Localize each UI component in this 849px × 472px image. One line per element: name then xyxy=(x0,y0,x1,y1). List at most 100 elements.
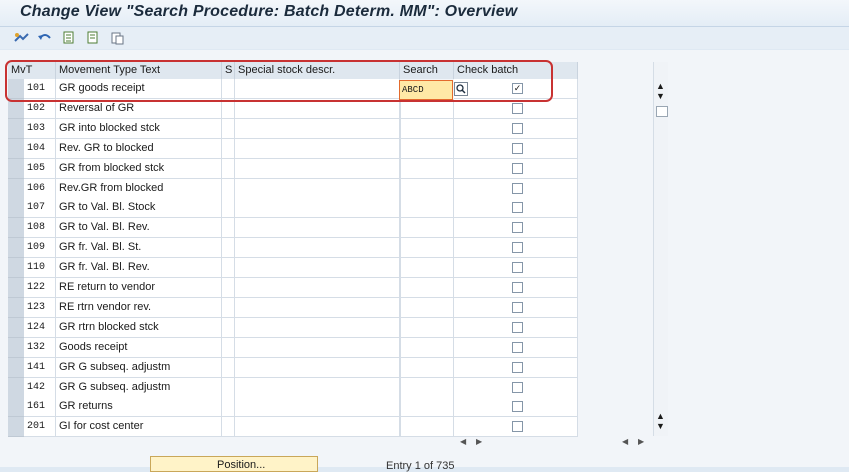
column-header-s[interactable]: S xyxy=(222,62,235,79)
check-batch-checkbox[interactable] xyxy=(512,202,523,214)
vertical-scrollbar[interactable]: ▲ ▼ ▲ ▼ xyxy=(653,62,668,436)
search-input[interactable] xyxy=(400,158,454,179)
scroll-up-icon[interactable]: ▲ xyxy=(656,81,665,91)
search-input[interactable] xyxy=(400,297,454,318)
row-selector[interactable] xyxy=(8,317,24,338)
table-row[interactable]: 132 Goods receipt xyxy=(8,337,578,358)
row-selector[interactable] xyxy=(8,138,24,159)
row-selector[interactable] xyxy=(8,178,24,199)
select-all-icon[interactable] xyxy=(62,30,78,46)
table-row[interactable]: 108 GR to Val. Bl. Rev. xyxy=(8,218,578,239)
table-row[interactable]: 110 GR fr. Val. Bl. Rev. xyxy=(8,258,578,279)
table-row[interactable]: 124 GR rtrn blocked stck xyxy=(8,317,578,338)
undo-icon[interactable] xyxy=(37,30,53,46)
row-selector[interactable] xyxy=(8,198,24,219)
search-input[interactable] xyxy=(400,337,454,358)
copy-icon[interactable] xyxy=(110,30,126,46)
row-selector[interactable] xyxy=(8,118,24,139)
check-batch-checkbox[interactable] xyxy=(512,381,523,393)
column-header-search[interactable]: Search xyxy=(400,62,454,79)
scroll-right-icon-2[interactable]: ▶ xyxy=(638,437,644,449)
search-input[interactable] xyxy=(400,198,454,219)
value-help-icon[interactable] xyxy=(454,82,468,96)
search-input[interactable] xyxy=(400,178,454,199)
check-batch-checkbox[interactable] xyxy=(512,341,523,353)
search-input[interactable] xyxy=(400,278,454,298)
search-input[interactable] xyxy=(400,238,454,259)
row-selector[interactable] xyxy=(8,98,24,119)
check-batch-checkbox[interactable] xyxy=(512,142,523,154)
search-input[interactable] xyxy=(400,258,454,279)
table-row[interactable]: 103 GR into blocked stck xyxy=(8,118,578,139)
search-input[interactable] xyxy=(400,218,454,239)
scroll-thumb[interactable] xyxy=(656,106,668,117)
scroll-down-bottom-icon[interactable]: ▼ xyxy=(656,421,665,431)
check-batch-checkbox[interactable] xyxy=(512,182,523,194)
check-batch-checkbox[interactable] xyxy=(512,222,523,234)
row-selector[interactable] xyxy=(8,158,24,179)
row-selector[interactable] xyxy=(8,258,24,279)
row-selector[interactable] xyxy=(8,337,24,358)
row-selector[interactable] xyxy=(8,417,24,438)
table-row[interactable]: 107 GR to Val. Bl. Stock xyxy=(8,198,578,219)
check-batch-checkbox[interactable] xyxy=(512,401,523,413)
column-header-check-batch[interactable]: Check batch xyxy=(454,62,578,79)
special-stock-cell xyxy=(235,278,400,298)
scroll-left-icon[interactable]: ◀ xyxy=(460,437,466,449)
table-row[interactable]: 106 Rev.GR from blocked xyxy=(8,178,578,199)
search-input[interactable] xyxy=(400,317,454,338)
scroll-left-icon-2[interactable]: ◀ xyxy=(622,437,628,449)
check-batch-checkbox[interactable] xyxy=(512,301,523,313)
column-header-special-stock[interactable]: Special stock descr. xyxy=(235,62,400,79)
check-batch-checkbox[interactable] xyxy=(512,262,523,274)
row-selector[interactable] xyxy=(8,218,24,239)
check-batch-checkbox[interactable] xyxy=(512,162,523,174)
column-header-movement-type-text[interactable]: Movement Type Text xyxy=(56,62,222,79)
check-batch-checkbox[interactable] xyxy=(512,122,523,134)
table-row[interactable]: 161 GR returns xyxy=(8,397,578,418)
search-input[interactable] xyxy=(400,377,454,398)
search-input[interactable] xyxy=(400,138,454,159)
check-batch-cell xyxy=(454,317,578,338)
table-row[interactable]: 104 Rev. GR to blocked xyxy=(8,138,578,159)
check-batch-checkbox[interactable]: ✓ xyxy=(512,83,523,94)
check-batch-cell xyxy=(454,337,578,358)
mvt-cell: 102 xyxy=(24,98,56,119)
check-batch-checkbox[interactable] xyxy=(512,321,523,333)
table-row[interactable]: 105 GR from blocked stck xyxy=(8,158,578,179)
check-batch-checkbox[interactable] xyxy=(512,282,523,293)
check-batch-checkbox[interactable] xyxy=(512,102,523,114)
row-selector[interactable] xyxy=(8,377,24,398)
row-selector[interactable] xyxy=(8,238,24,259)
table-row[interactable]: 102 Reversal of GR xyxy=(8,98,578,119)
table-row[interactable]: 101 GR goods receipt ✓ xyxy=(8,79,578,99)
check-batch-checkbox[interactable] xyxy=(512,421,523,433)
search-input[interactable] xyxy=(400,357,454,378)
column-header-mvt[interactable]: MvT xyxy=(8,62,56,79)
search-input[interactable] xyxy=(400,98,454,119)
table-row[interactable]: 201 GI for cost center xyxy=(8,417,578,438)
change-display-icon[interactable] xyxy=(14,30,30,46)
row-selector[interactable] xyxy=(8,79,24,99)
row-selector[interactable] xyxy=(8,357,24,378)
row-selector[interactable] xyxy=(8,397,24,418)
table-row[interactable]: 123 RE rtrn vendor rev. xyxy=(8,297,578,318)
row-selector[interactable] xyxy=(8,278,24,298)
table-row[interactable]: 142 GR G subseq. adjustm xyxy=(8,377,578,398)
scroll-up-bottom-icon[interactable]: ▲ xyxy=(656,411,665,421)
position-button[interactable]: Position... xyxy=(150,456,318,472)
table-row[interactable]: 141 GR G subseq. adjustm xyxy=(8,357,578,378)
check-batch-checkbox[interactable] xyxy=(512,361,523,373)
table-row[interactable]: 122 RE return to vendor xyxy=(8,278,578,298)
scroll-down-icon[interactable]: ▼ xyxy=(656,91,665,101)
movement-type-text-cell: Rev.GR from blocked xyxy=(56,178,222,199)
deselect-all-icon[interactable] xyxy=(86,30,102,46)
search-input[interactable] xyxy=(400,417,454,438)
scroll-right-icon[interactable]: ▶ xyxy=(476,437,482,449)
search-input-row-1[interactable]: ABCD xyxy=(399,80,453,100)
table-row[interactable]: 109 GR fr. Val. Bl. St. xyxy=(8,238,578,259)
search-input[interactable] xyxy=(400,118,454,139)
row-selector[interactable] xyxy=(8,297,24,318)
check-batch-checkbox[interactable] xyxy=(512,242,523,254)
search-input[interactable] xyxy=(400,397,454,418)
